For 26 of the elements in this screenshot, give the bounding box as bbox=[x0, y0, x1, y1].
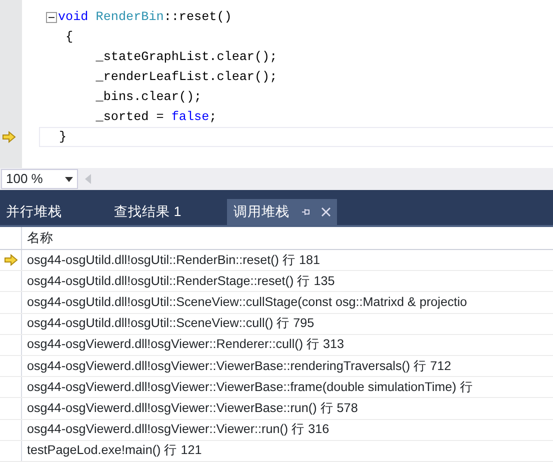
close-icon[interactable] bbox=[321, 207, 332, 217]
collapse-icon[interactable] bbox=[46, 12, 57, 22]
code-line: _bins.clear(); bbox=[94, 88, 202, 106]
tab[interactable]: 并行堆栈 bbox=[0, 199, 68, 225]
tab[interactable]: 查找结果 1 bbox=[108, 199, 188, 225]
stack-frame[interactable]: osg44-osgViewerd.dll!osgViewer::ViewerBase::renderingTraversals() 行 712 bbox=[22, 356, 452, 376]
code-line: void RenderBin::reset() bbox=[58, 8, 232, 26]
code-line: { bbox=[64, 28, 74, 46]
stack-frame[interactable]: osg44-osgViewerd.dll!osgViewer::Renderer::cull() 行 313 bbox=[22, 334, 344, 355]
stack-frame[interactable]: osg44-osgUtild.dll!osgUtil::RenderBin::reset() 行 181 bbox=[22, 250, 320, 270]
code-line: _renderLeafList.clear(); bbox=[94, 68, 278, 86]
column-header[interactable]: 名称 bbox=[22, 227, 53, 249]
code-line: _sorted = false; bbox=[94, 108, 217, 126]
pin-icon[interactable] bbox=[301, 207, 312, 217]
stack-frame[interactable]: osg44-osgUtild.dll!osgUtil::RenderStage::reset() 行 135 bbox=[22, 271, 335, 292]
stack-frame[interactable]: osg44-osgViewerd.dll!osgViewer::ViewerBase::run() 行 578 bbox=[22, 398, 358, 418]
stack-frame[interactable]: osg44-osgViewerd.dll!osgViewer::Viewer::run() 行 316 bbox=[22, 420, 330, 440]
tab[interactable]: 调用堆栈 bbox=[227, 199, 338, 225]
stack-frame[interactable]: osg44-osgUtild.dll!osgUtil::SceneView::cullStage(const osg::Matrixd & projectio bbox=[22, 292, 468, 313]
caret-icon bbox=[65, 176, 73, 182]
stack-frame[interactable]: osg44-osgViewerd.dll!osgViewer::ViewerBase::frame(double simulationTime) 行 bbox=[22, 377, 473, 398]
zoom-dropdown[interactable]: 100 % bbox=[1, 169, 78, 189]
stack-frame[interactable]: testPageLod.exe!main() 行 121 bbox=[22, 440, 202, 461]
code-line: } bbox=[59, 128, 67, 146]
code-line: _stateGraphList.clear(); bbox=[94, 48, 278, 66]
stack-frame[interactable]: osg44-osgUtild.dll!osgUtil::SceneView::cull() 行 795 bbox=[22, 314, 314, 334]
